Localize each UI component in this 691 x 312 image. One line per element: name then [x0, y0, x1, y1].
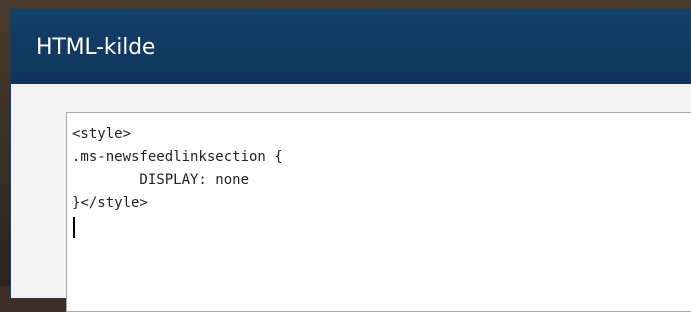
- code-line-4: }</style>: [72, 195, 148, 211]
- dialog-content: <style> .ms-newsfeedlinksection { DISPLAY…: [11, 84, 691, 312]
- code-line-3: DISPLAY: none: [72, 172, 250, 188]
- html-source-editor[interactable]: <style> .ms-newsfeedlinksection { DISPLAY…: [66, 112, 691, 312]
- code-area[interactable]: <style> .ms-newsfeedlinksection { DISPLAY…: [72, 123, 283, 238]
- dialog-title: HTML-kilde: [36, 35, 156, 60]
- text-caret: [73, 217, 75, 238]
- code-line-5: [72, 215, 283, 238]
- code-line-2: .ms-newsfeedlinksection {: [72, 149, 283, 165]
- html-source-dialog: HTML-kilde <style> .ms-newsfeedlinksectio…: [10, 9, 691, 312]
- dialog-title-bar[interactable]: HTML-kilde: [11, 10, 691, 84]
- code-line-1: <style>: [72, 126, 132, 142]
